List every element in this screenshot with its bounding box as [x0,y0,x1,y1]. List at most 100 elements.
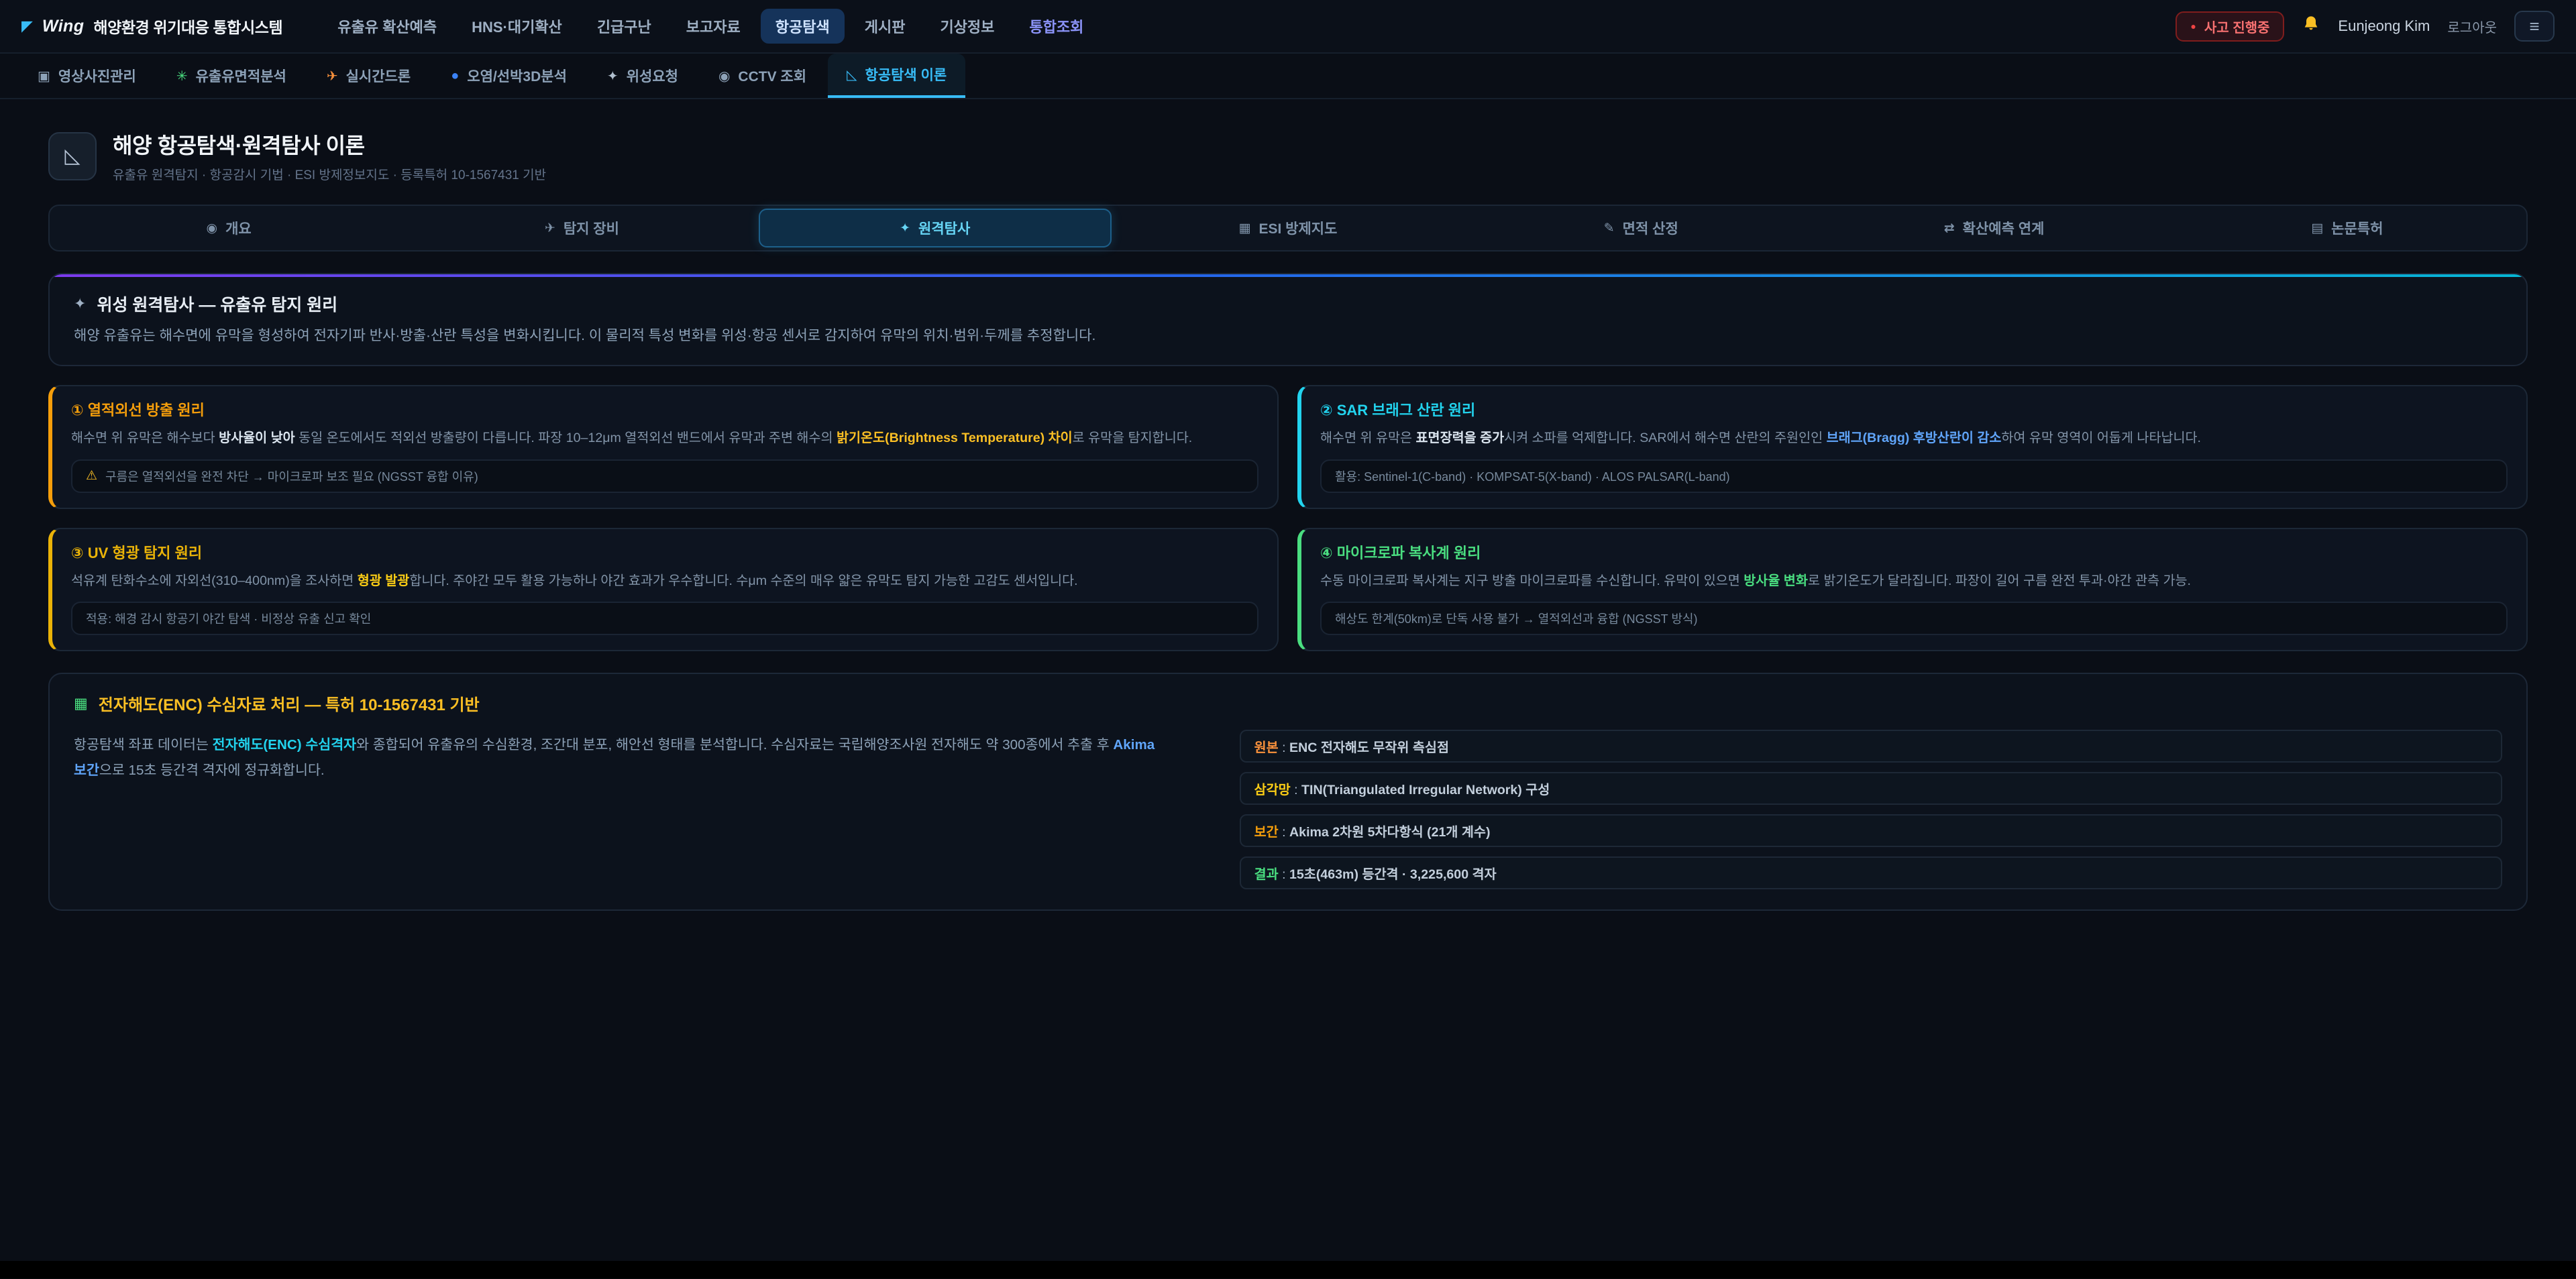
subnav-item-satellite-request[interactable]: ✦ 위성요청 [588,54,697,98]
principle-cards: ① 열적외선 방출 원리 해수면 위 유막은 해수보다 방사율이 낮아 동일 온… [48,385,2528,652]
tab-label: ESI 방제지도 [1258,218,1337,238]
enc-steps: 원본 : ENC 전자해도 무작위 측심점 삼각망 : TIN(Triangul… [1240,730,2502,889]
enc-step-row: 원본 : ENC 전자해도 무작위 측심점 [1240,730,2502,763]
nav-item-aerial-search[interactable]: 항공탐색 [761,9,845,44]
cctv-icon: ◉ [718,68,730,85]
app-root: ◤ Wing 해양환경 위기대응 통합시스템 유출유 확산예측 HNS·대기확산… [0,0,2576,1278]
tab-label: 면적 산정 [1623,218,1678,238]
card-thermal-ir: ① 열적외선 방출 원리 해수면 위 유막은 해수보다 방사율이 낮아 동일 온… [48,385,1279,509]
menu-button[interactable]: ≡ [2514,11,2555,42]
enc-step-row: 보간 : Akima 2차원 5차다항식 (21개 계수) [1240,814,2502,847]
card-body: 해수면 위 유막은 해수보다 방사율이 낮아 동일 온도에서도 적외선 방출량이… [71,428,1258,449]
card-note-text: 구름은 열적외선을 완전 차단 → 마이크로파 보조 필요 (NGSST 융합 … [105,467,478,485]
card-note-text: 해상도 한계(50km)로 단독 사용 불가 → 열적외선과 융합 (NGSST… [1335,610,1697,627]
pencil-icon: ✎ [1604,221,1615,236]
tab-overview[interactable]: ◉ 개요 [52,209,405,247]
card-note-text: 적용: 해경 감시 항공기 야간 탐색 · 비정상 유출 신고 확인 [86,610,371,627]
card-microwave-radiometer: ④ 마이크로파 복사계 원리 수동 마이크로파 복사계는 지구 방출 마이크로파… [1297,528,2528,652]
card-title: ③ UV 형광 탐지 원리 [71,541,1258,563]
logo-icon: ◤ [21,17,33,35]
nav-item-spill-prediction[interactable]: 유출유 확산예측 [323,9,451,44]
remote-sensing-panel-body: ✦ 위성 원격탐사 — 유출유 탐지 원리 해양 유출유는 해수면에 유막을 형… [50,277,2526,365]
subnav-item-pollution-ship-3d[interactable]: ● 오염/선박3D분석 [432,54,586,98]
enc-row-label: 보간 [1254,825,1279,840]
section-description: 해양 유출유는 해수면에 유막을 형성하여 전자기파 반사·방출·산란 특성을 … [74,325,2502,347]
main-nav: 유출유 확산예측 HNS·대기확산 긴급구난 보고자료 항공탐색 게시판 기상정… [323,9,1098,44]
nav-item-reports[interactable]: 보고자료 [672,9,755,44]
enc-row-label: 삼각망 [1254,783,1291,797]
overview-icon: ◉ [207,221,218,236]
sub-nav: ▣ 영상사진관리 ✳ 유출유면적분석 ✈ 실시간드론 ● 오염/선박3D분석 ✦… [0,54,2576,99]
page-header: ◺ 해양 항공탐색·원격탐사 이론 유출유 원격탐지 · 항공감시 기법 · E… [48,129,2528,183]
card-note-text: 활용: Sentinel-1(C-band) · KOMPSAT-5(X-ban… [1335,467,1730,485]
incident-status-label: 사고 진행중 [2204,17,2270,36]
page-title-block: 해양 항공탐색·원격탐사 이론 유출유 원격탐지 · 항공감시 기법 · ESI… [113,129,546,183]
logout-button[interactable]: 로그아웃 [2447,17,2497,36]
section-tabs: ◉ 개요 ✈ 탐지 장비 ✦ 원격탐사 ▦ ESI 방제지도 ✎ 면적 산정 ⇄… [48,205,2528,252]
tab-diffusion-link[interactable]: ⇄ 확산예측 연계 [1817,209,2170,247]
brand-title: 해양환경 위기대응 통합시스템 [93,15,282,38]
subnav-item-realtime-drone[interactable]: ✈ 실시간드론 [308,54,429,98]
card-title: ② SAR 브래그 산란 원리 [1320,398,2508,420]
brand: ◤ Wing 해양환경 위기대응 통합시스템 [21,15,282,38]
section-title: ✦ 위성 원격탐사 — 유출유 탐지 원리 [74,292,2502,316]
subnav-label: 유출유면적분석 [196,66,286,86]
card-note: 해상도 한계(50km)로 단독 사용 불가 → 열적외선과 융합 (NGSST… [1320,602,2508,635]
photo-icon: ▣ [38,68,50,85]
nav-item-emergency-rescue[interactable]: 긴급구난 [582,9,666,44]
enc-row-value: 15초(463m) 등간격 · 3,225,600 격자 [1289,867,1497,882]
top-bar: ◤ Wing 해양환경 위기대응 통합시스템 유출유 확산예측 HNS·대기확산… [0,0,2576,54]
card-note: 활용: Sentinel-1(C-band) · KOMPSAT-5(X-ban… [1320,459,2508,493]
tab-remote-sensing[interactable]: ✦ 원격탐사 [759,209,1112,247]
enc-row-sep: : [1291,783,1301,797]
main-content: ◺ 해양 항공탐색·원격탐사 이론 유출유 원격탐지 · 항공감시 기법 · E… [0,99,2576,911]
card-note: ⚠ 구름은 열적외선을 완전 차단 → 마이크로파 보조 필요 (NGSST 융… [71,459,1258,493]
subnav-item-cctv[interactable]: ◉ CCTV 조회 [700,54,825,98]
enc-row-sep: : [1279,867,1289,882]
nav-item-integrated-search[interactable]: 통합조회 [1014,9,1098,44]
enc-panel: ▦ 전자해도(ENC) 수심자료 처리 — 특허 10-1567431 기반 항… [48,673,2528,911]
subnav-item-oil-area-analysis[interactable]: ✳ 유출유면적분석 [158,54,305,98]
remote-sensing-panel: ✦ 위성 원격탐사 — 유출유 탐지 원리 해양 유출유는 해수면에 유막을 형… [48,273,2528,366]
tab-label: 논문특허 [2331,218,2383,238]
enc-title-text: 전자해도(ENC) 수심자료 처리 — 특허 10-1567431 기반 [99,691,480,715]
tab-esi-map[interactable]: ▦ ESI 방제지도 [1112,209,1464,247]
bottom-strip [0,1261,2576,1278]
tab-papers-patents[interactable]: ▤ 논문특허 [2171,209,2524,247]
satellite-icon: ✦ [607,68,619,85]
subnav-item-aerial-theory[interactable]: ◺ 항공탐색 이론 [828,54,965,98]
tab-detection-equipment[interactable]: ✈ 탐지 장비 [405,209,758,247]
incident-status-badge: ● 사고 진행중 [2176,11,2284,42]
card-body: 해수면 위 유막은 표면장력을 증가시켜 소파를 억제합니다. SAR에서 해수… [1320,428,2508,449]
nav-item-hns-atmosphere[interactable]: HNS·대기확산 [457,9,577,44]
page-icon-box: ◺ [48,132,97,180]
top-bar-right: ● 사고 진행중 Eunjeong Kim 로그아웃 ≡ [2176,11,2555,42]
card-body: 석유계 탄화수소에 자외선(310–400nm)을 조사하면 형광 발광합니다.… [71,571,1258,592]
notification-button[interactable] [2302,15,2320,38]
drone-icon: ✈ [327,68,338,85]
tab-area-calculation[interactable]: ✎ 면적 산정 [1464,209,1817,247]
nav-item-board[interactable]: 게시판 [850,9,920,44]
hamburger-icon: ≡ [2529,16,2539,37]
card-title: ④ 마이크로파 복사계 원리 [1320,541,2508,563]
subnav-item-photo-management[interactable]: ▣ 영상사진관리 [19,54,155,98]
esi-map-icon: ▦ [1239,221,1251,236]
enc-row-label: 결과 [1254,867,1279,882]
enc-row-value: Akima 2차원 5차다항식 (21개 계수) [1289,825,1490,840]
warning-icon: ⚠ [86,468,97,484]
section-title-text: 위성 원격탐사 — 유출유 탐지 원리 [97,292,337,316]
enc-title: ▦ 전자해도(ENC) 수심자료 처리 — 특허 10-1567431 기반 [74,691,2502,715]
page-subtitle: 유출유 원격탐지 · 항공감시 기법 · ESI 방제정보지도 · 등록특허 1… [113,165,546,183]
area-analysis-icon: ✳ [176,68,188,85]
status-dot-icon: ● [2190,21,2196,31]
ship-3d-icon: ● [451,68,459,84]
enc-row-value: ENC 전자해도 무작위 측심점 [1289,740,1449,755]
enc-row-sep: : [1279,825,1289,840]
enc-row-sep: : [1279,740,1289,755]
nav-item-weather[interactable]: 기상정보 [925,9,1009,44]
page-title: 해양 항공탐색·원격탐사 이론 [113,129,546,160]
enc-columns: 항공탐색 좌표 데이터는 전자해도(ENC) 수심격자와 종합되어 유출유의 수… [74,730,2502,889]
card-title: ① 열적외선 방출 원리 [71,398,1258,420]
equipment-icon: ✈ [545,221,555,236]
subnav-label: 항공탐색 이론 [865,64,947,85]
